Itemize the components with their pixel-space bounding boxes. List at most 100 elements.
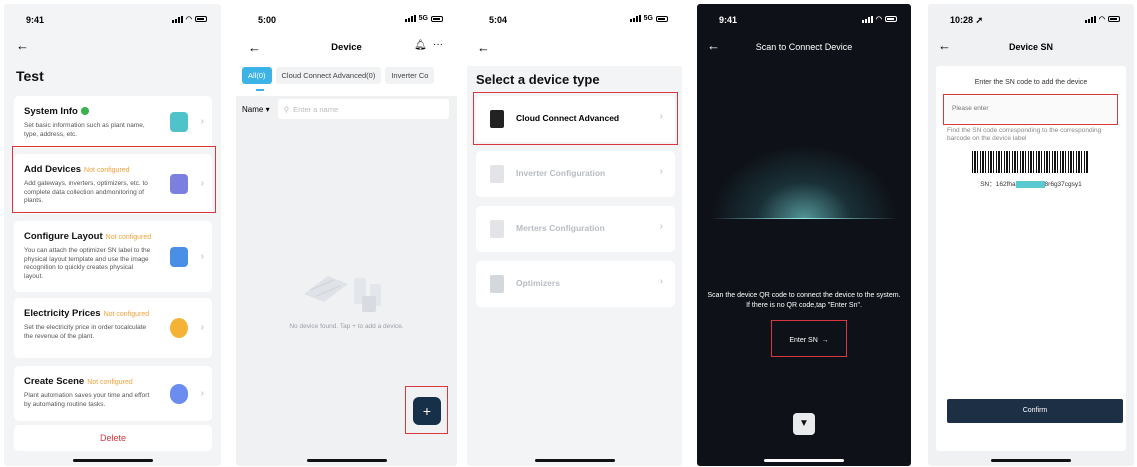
- highlight-frame: [405, 386, 448, 434]
- status-time: 9:41: [719, 15, 738, 25]
- chevron-right-icon: ›: [200, 250, 204, 262]
- caret-down-icon: ▾: [265, 104, 270, 114]
- card-system-info[interactable]: System Info Set basic information such a…: [14, 96, 212, 148]
- back-arrow-icon[interactable]: ←: [477, 40, 490, 55]
- chevron-right-icon: ›: [659, 221, 663, 232]
- card-electricity-prices[interactable]: Electricity Prices Not configured Set the…: [14, 298, 212, 358]
- network-label: 5G: [643, 15, 653, 22]
- card-title: System Info: [24, 106, 89, 117]
- scan-line: [709, 218, 899, 219]
- wifi-icon: ◠: [875, 16, 882, 23]
- status-time: 9:41: [26, 15, 45, 25]
- device-type-inverter-configuration[interactable]: Inverter Configuration ›: [476, 151, 675, 197]
- status-bar: 5:00 5G: [236, 4, 457, 34]
- back-arrow-icon[interactable]: ←: [16, 38, 29, 53]
- sn-entry-card: Enter the SN code to add the device Find…: [936, 66, 1126, 451]
- chevron-right-icon: ›: [659, 276, 663, 287]
- wifi-icon: ◠: [185, 16, 192, 23]
- highlight-frame: [473, 92, 678, 145]
- home-indicator: [764, 459, 844, 462]
- card-title: Electricity Prices Not configured: [24, 308, 150, 319]
- scan-screen: 9:41 ◠ ← Scan to Connect Device Scan the…: [697, 4, 911, 466]
- device-type-optimizers[interactable]: Optimizers ›: [476, 261, 675, 307]
- device-type-meters-configuration[interactable]: Merters Configuration ›: [476, 206, 675, 252]
- highlight-frame: [771, 320, 847, 357]
- battery-icon: [195, 16, 207, 22]
- search-placeholder: Enter a name: [293, 104, 339, 114]
- barcode-image: [972, 151, 1088, 173]
- search-input[interactable]: ⚲ Enter a name: [277, 99, 449, 119]
- coin-icon: [170, 318, 188, 338]
- home-indicator: [72, 459, 153, 462]
- redacted-mask: 88888888: [1015, 181, 1045, 188]
- status-icons: 5G: [404, 15, 443, 22]
- delete-button[interactable]: Delete: [14, 425, 212, 451]
- flashlight-icon[interactable]: ▼: [793, 413, 815, 435]
- tab-inverter[interactable]: Inverter Co: [385, 67, 435, 84]
- battery-icon: [885, 16, 897, 22]
- cloud-icon: [170, 383, 188, 404]
- status-icons: 5G: [629, 15, 668, 22]
- scan-instruction: Scan the device QR code to connect the d…: [707, 292, 901, 309]
- signal-icon: [629, 15, 641, 22]
- status-bar: 9:41 ◠: [4, 4, 221, 34]
- card-description: Plant automation saves your time and eff…: [24, 392, 150, 408]
- battery-icon: [1108, 16, 1120, 22]
- page-title: Test: [16, 68, 44, 84]
- sn-value: SN：162fha888888888r6g37cgsy1: [980, 181, 1082, 188]
- status-time: 5:04: [489, 15, 508, 25]
- status-badge: Not configured: [87, 379, 133, 386]
- empty-devices-illustration: [304, 276, 381, 312]
- card-create-scene[interactable]: Create Scene Not configured Plant automat…: [14, 366, 212, 421]
- signal-icon: [1084, 15, 1096, 23]
- device-type-screen: 5:04 5G ← Select a device type Cloud Con…: [467, 4, 682, 466]
- status-badge: Not configured: [103, 311, 150, 318]
- highlight-frame: [12, 146, 216, 213]
- card-title: Configure Layout Not configured: [24, 231, 152, 242]
- tab-indicator: [256, 89, 264, 91]
- chevron-right-icon: ›: [200, 387, 204, 399]
- signal-icon: [861, 15, 873, 23]
- status-icons: ◠: [171, 15, 207, 23]
- device-type-label: Merters Configuration: [516, 223, 605, 233]
- card-configure-layout[interactable]: Configure Layout Not configured You can a…: [14, 221, 212, 292]
- status-bar: 5:04 5G: [467, 4, 682, 34]
- device-list-screen: 5:00 5G ← Device 🔔︎ ··· All(0) Cloud Con…: [236, 4, 457, 466]
- empty-state-text: No device found. Tap + to add a device.: [289, 323, 404, 330]
- card-description: Set the electricity price in order tocal…: [24, 324, 147, 340]
- confirm-button[interactable]: Confirm: [947, 399, 1123, 423]
- chevron-right-icon: ›: [200, 116, 204, 127]
- status-time: 10:28 ➚: [950, 15, 984, 25]
- more-icon[interactable]: ···: [433, 39, 443, 50]
- optimizer-icon: [490, 275, 504, 293]
- device-type-label: Optimizers: [516, 278, 560, 288]
- scan-glow: [709, 144, 899, 219]
- home-indicator: [991, 459, 1071, 462]
- document-icon: [170, 112, 188, 132]
- status-bar: 9:41 ◠: [697, 4, 911, 34]
- signal-icon: [171, 15, 183, 23]
- page-title: Device SN: [1008, 42, 1054, 52]
- tab-all[interactable]: All(0): [242, 67, 272, 84]
- layout-grid-icon: [170, 246, 188, 267]
- plant-setup-screen: 9:41 ◠ ← Test System Info Set basic info…: [4, 4, 221, 466]
- bell-icon[interactable]: 🔔︎: [414, 40, 427, 51]
- home-indicator: [306, 459, 387, 462]
- filter-bar: Name ▾ ⚲ Enter a name: [242, 98, 449, 120]
- card-description: You can attach the optimizer SN label to…: [24, 247, 151, 280]
- sn-hint: Find the SN code corresponding to the co…: [947, 127, 1102, 142]
- status-bar: 10:28 ➚ ◠: [928, 4, 1134, 34]
- inverter-icon: [490, 165, 504, 183]
- status-icons: ◠: [1084, 15, 1120, 23]
- status-icons: ◠: [861, 15, 897, 23]
- status-time: 5:00: [258, 15, 277, 25]
- sort-dropdown[interactable]: Name ▾: [242, 105, 270, 114]
- search-icon: ⚲: [283, 104, 290, 114]
- chevron-right-icon: ›: [659, 166, 663, 177]
- highlight-frame: [943, 94, 1118, 125]
- battery-icon: [431, 15, 443, 22]
- status-badge: Not configured: [105, 234, 152, 241]
- battery-icon: [656, 15, 668, 22]
- tab-cloud-connect-advanced[interactable]: Cloud Connect Advanced(0): [275, 67, 382, 84]
- location-arrow-icon: ➚: [975, 15, 984, 25]
